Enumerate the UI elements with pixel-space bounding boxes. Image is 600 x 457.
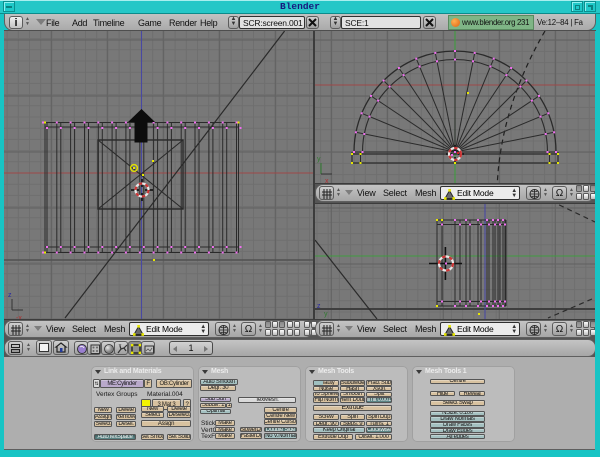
- svg-text:y: y: [324, 311, 328, 318]
- svg-text:z: z: [8, 292, 12, 299]
- svg-text:z: z: [317, 303, 321, 310]
- svg-text:y: y: [317, 156, 321, 163]
